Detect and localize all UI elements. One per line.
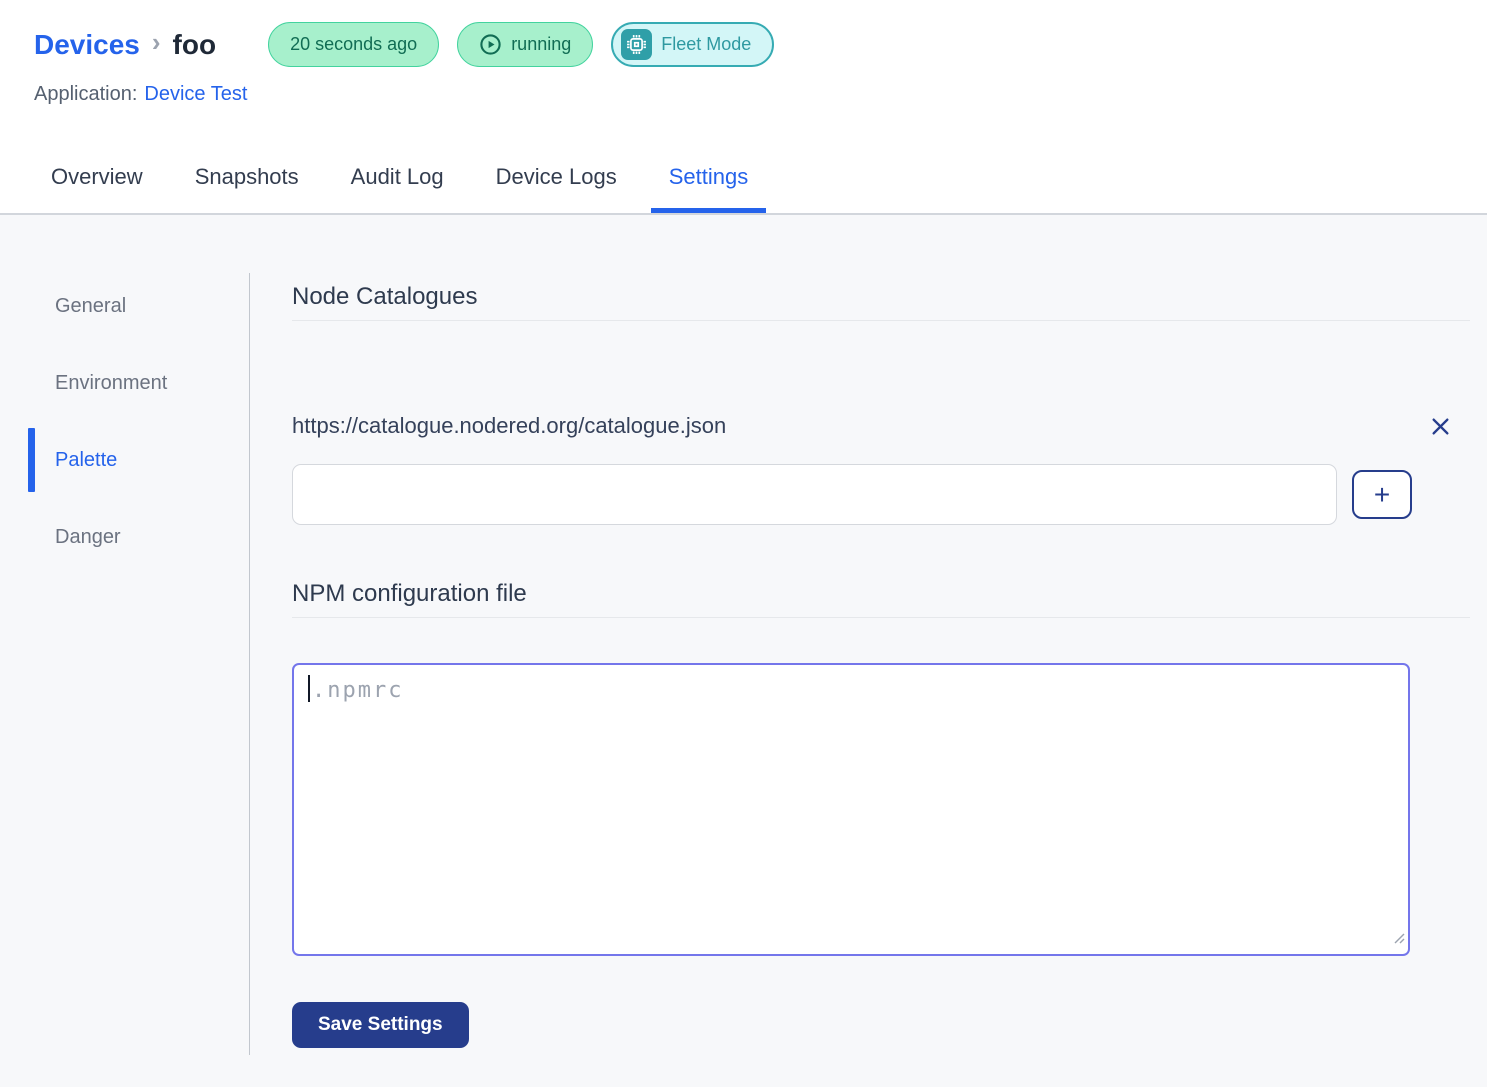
resize-handle-icon[interactable] bbox=[1392, 931, 1406, 950]
sidebar-item-palette[interactable]: Palette bbox=[0, 437, 249, 483]
sidebar-item-palette-label: Palette bbox=[55, 449, 117, 472]
last-seen-badge-label: 20 seconds ago bbox=[290, 34, 417, 55]
breadcrumb-current-device: foo bbox=[173, 29, 217, 61]
sidebar-item-environment[interactable]: Environment bbox=[0, 360, 249, 406]
remove-catalogue-button[interactable] bbox=[1428, 414, 1453, 439]
application-label: Application: bbox=[34, 83, 137, 105]
catalogue-entry-row: https://catalogue.nodered.org/catalogue.… bbox=[292, 413, 1470, 439]
tab-overview[interactable]: Overview bbox=[33, 140, 161, 213]
play-circle-icon bbox=[479, 33, 502, 56]
add-catalogue-row: + bbox=[292, 464, 1470, 525]
sidebar-item-danger[interactable]: Danger bbox=[0, 514, 249, 560]
chip-icon bbox=[621, 29, 652, 60]
tab-snapshots[interactable]: Snapshots bbox=[177, 140, 317, 213]
plus-icon: + bbox=[1374, 481, 1390, 509]
sidebar-item-general[interactable]: General bbox=[0, 283, 249, 329]
node-catalogues-title: Node Catalogues bbox=[292, 283, 1470, 321]
text-caret bbox=[308, 675, 310, 702]
device-tab-bar: Overview Snapshots Audit Log Device Logs… bbox=[0, 140, 1487, 215]
application-link[interactable]: Device Test bbox=[144, 83, 247, 105]
tab-device-logs[interactable]: Device Logs bbox=[478, 140, 635, 213]
new-catalogue-input[interactable] bbox=[292, 464, 1337, 525]
catalogue-url-text: https://catalogue.nodered.org/catalogue.… bbox=[292, 413, 1395, 439]
fleet-mode-badge-label: Fleet Mode bbox=[661, 34, 751, 55]
last-seen-badge: 20 seconds ago bbox=[268, 22, 439, 67]
sidebar-item-general-label: General bbox=[55, 295, 126, 318]
settings-content: General Environment Palette Danger Node … bbox=[0, 215, 1487, 1087]
breadcrumb-devices-link[interactable]: Devices bbox=[34, 29, 140, 61]
sidebar-item-danger-label: Danger bbox=[55, 526, 121, 549]
fleet-mode-badge: Fleet Mode bbox=[611, 22, 774, 67]
npm-config-wrap bbox=[292, 663, 1410, 956]
breadcrumb: Devices › foo 20 seconds ago running bbox=[34, 22, 1453, 67]
tab-audit-log[interactable]: Audit Log bbox=[333, 140, 462, 213]
page-title: Devices › foo bbox=[34, 29, 216, 61]
npm-config-textarea[interactable] bbox=[292, 663, 1410, 956]
breadcrumb-chevron-icon: › bbox=[152, 27, 161, 58]
close-icon bbox=[1430, 416, 1451, 437]
save-settings-button[interactable]: Save Settings bbox=[292, 1002, 469, 1048]
sidebar-item-environment-label: Environment bbox=[55, 372, 167, 395]
application-row: Application: Device Test bbox=[34, 83, 1453, 106]
status-badge: running bbox=[457, 22, 593, 67]
palette-settings-panel: Node Catalogues https://catalogue.nodere… bbox=[292, 215, 1470, 1087]
settings-sidebar: General Environment Palette Danger bbox=[0, 273, 250, 1055]
add-catalogue-button[interactable]: + bbox=[1352, 470, 1412, 519]
status-badge-label: running bbox=[511, 34, 571, 55]
tab-settings[interactable]: Settings bbox=[651, 140, 767, 213]
npm-config-title: NPM configuration file bbox=[292, 580, 1470, 618]
active-item-indicator bbox=[28, 428, 35, 492]
page-header: Devices › foo 20 seconds ago running bbox=[0, 0, 1487, 140]
